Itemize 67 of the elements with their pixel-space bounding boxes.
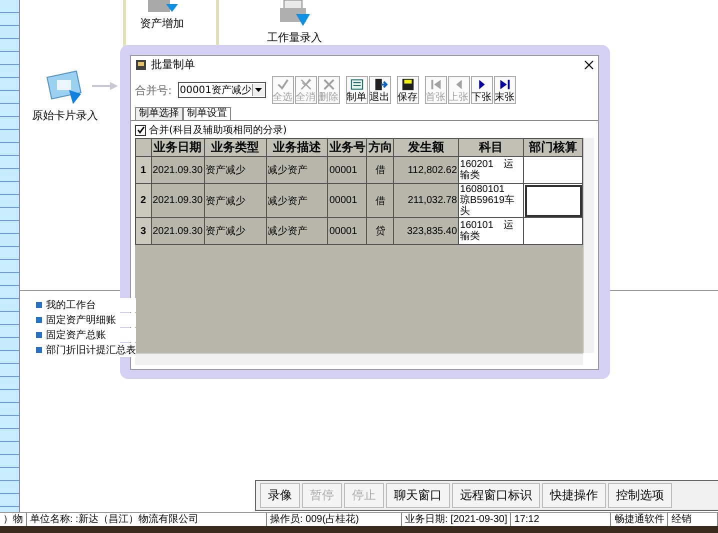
column-header[interactable]: 科目 <box>458 138 524 156</box>
toolbar-button[interactable]: 退出 <box>368 76 391 104</box>
table-cell: 2021.09.30 <box>151 184 204 218</box>
report-link[interactable]: 我的工作台 <box>36 298 136 312</box>
column-header[interactable]: 业务日期 <box>151 138 204 156</box>
toolbar-button[interactable]: 远程窗口标识 <box>452 483 540 508</box>
checkbox-label: 合并(科目及辅助项相同的分录) <box>149 124 287 137</box>
table-cell: 借 <box>366 156 394 184</box>
flow-node-label[interactable]: 原始卡片录入 <box>32 108 98 123</box>
checkbox[interactable] <box>135 124 146 136</box>
column-header[interactable]: 方向 <box>366 138 394 156</box>
column-header[interactable]: 业务类型 <box>204 138 266 156</box>
report-link[interactable]: 固定资产明细账 <box>36 313 136 327</box>
toolbar-button[interactable]: 末张 <box>494 76 516 104</box>
toolbar-button[interactable]: 聊天窗口 <box>386 483 450 508</box>
window-title: 批量制单 <box>151 57 196 72</box>
row-number: 3 <box>136 218 152 244</box>
column-header[interactable]: 部门核算 <box>524 138 582 156</box>
toolbar-button[interactable]: 录像 <box>260 483 300 508</box>
table-cell: 减少资产 <box>266 184 328 218</box>
save-icon <box>400 77 416 92</box>
tab[interactable]: 制单选择 <box>135 107 183 120</box>
voucher-icon <box>348 77 365 92</box>
row-number: 1 <box>136 156 152 184</box>
table-cell: 00001 <box>328 218 367 244</box>
report-link[interactable]: 固定资产总账 <box>36 328 136 342</box>
table-cell[interactable]: 16080101 琼B59619车头 <box>458 184 524 218</box>
table-cell: 贷 <box>366 218 394 244</box>
table-cell: 2021.09.30 <box>151 218 204 244</box>
printer-icon <box>278 0 312 28</box>
toolbar-button[interactable]: 控制选项 <box>608 483 672 508</box>
check-icon <box>274 77 291 92</box>
close-icon[interactable] <box>584 60 594 70</box>
horizontal-scrollbar[interactable] <box>135 353 583 365</box>
table-cell: 减少资产 <box>266 218 328 244</box>
table-cell: 00001 <box>328 156 367 184</box>
toolbar-button[interactable]: 下张 <box>470 76 493 104</box>
table-cell: 资产减少 <box>204 184 266 218</box>
toolbar-button[interactable]: 保存 <box>396 76 419 104</box>
flow-node-label[interactable]: 工作量录入 <box>267 30 322 45</box>
table-cell[interactable] <box>524 156 582 184</box>
table-cell[interactable] <box>524 184 582 218</box>
table-cell: 2021.09.30 <box>151 156 204 184</box>
arrow-icon <box>92 82 118 90</box>
column-header[interactable]: 业务号 <box>328 138 367 156</box>
table-cell: 资产减少 <box>204 156 266 184</box>
report-link[interactable]: 部门折旧计提汇总表 <box>36 343 136 357</box>
flow-node-label[interactable]: 资产增加 <box>140 16 184 31</box>
table-cell: 00001 <box>328 184 367 218</box>
merge-dropdown[interactable]: 00001资产减少 <box>178 82 266 98</box>
table-cell[interactable]: 160201 运输类 <box>458 156 524 184</box>
column-header[interactable]: 业务描述 <box>266 138 328 156</box>
check-icon <box>136 126 144 134</box>
voucher-icon <box>135 58 147 70</box>
tab[interactable]: 制单设置 <box>183 107 231 120</box>
table-cell[interactable] <box>524 218 582 244</box>
table-cell: 减少资产 <box>266 156 328 184</box>
column-header[interactable]: 发生额 <box>394 138 459 156</box>
dropdown-caret-icon <box>255 88 262 92</box>
toolbar-button[interactable]: 快捷操作 <box>542 483 606 508</box>
table-cell: 借 <box>366 184 394 218</box>
toolbar-button[interactable]: 制单 <box>346 76 368 104</box>
vertical-scrollbar[interactable] <box>583 138 594 353</box>
table-cell[interactable]: 160101 运输类 <box>458 218 524 244</box>
table-cell: 资产减少 <box>204 218 266 244</box>
merge-label: 合并号: <box>135 82 172 98</box>
row-number: 2 <box>136 184 152 218</box>
